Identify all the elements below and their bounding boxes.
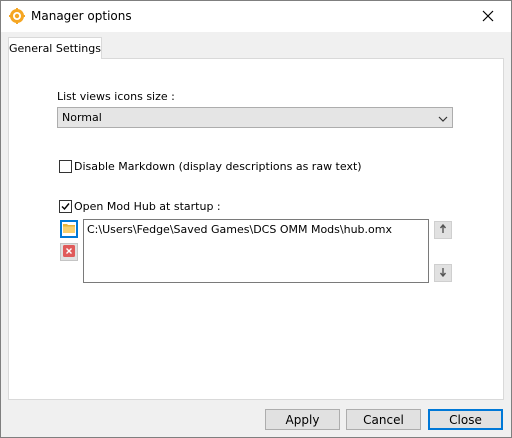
open-mod-hub-checkbox[interactable]	[59, 200, 72, 213]
checkmark-icon	[61, 203, 70, 211]
icons-size-value: Normal	[62, 111, 102, 124]
arrow-up-icon	[439, 223, 447, 237]
cancel-button[interactable]: Cancel	[346, 409, 421, 430]
tab-label: General Settings	[9, 42, 101, 55]
move-up-button[interactable]	[434, 221, 452, 239]
close-button[interactable]: Close	[428, 409, 503, 430]
title-bar: Manager options	[1, 1, 511, 32]
open-mod-hub-label: Open Mod Hub at startup :	[74, 200, 221, 213]
chevron-down-icon	[438, 113, 448, 122]
disable-markdown-label: Disable Markdown (display descriptions a…	[74, 160, 362, 173]
browse-hub-button[interactable]	[60, 220, 78, 238]
icons-size-label: List views icons size :	[57, 90, 175, 103]
hub-path-list[interactable]: C:\Users\Fedge\Saved Games\DCS OMM Mods\…	[83, 219, 429, 283]
tab-general-settings[interactable]: General Settings	[8, 37, 102, 59]
apply-button[interactable]: Apply	[265, 409, 340, 430]
icons-size-select[interactable]: Normal	[57, 107, 453, 128]
options-dialog: Manager options General Settings List vi…	[0, 0, 512, 438]
window-close-button[interactable]	[465, 1, 511, 32]
close-icon	[482, 7, 494, 26]
window-title: Manager options	[31, 9, 132, 23]
move-down-button[interactable]	[434, 264, 452, 282]
remove-hub-button[interactable]	[60, 243, 78, 261]
arrow-down-icon	[439, 267, 447, 280]
general-settings-panel: List views icons size : Normal Disable M…	[8, 58, 504, 400]
hub-path-item[interactable]: C:\Users\Fedge\Saved Games\DCS OMM Mods\…	[87, 223, 392, 236]
gear-icon	[9, 8, 25, 24]
disable-markdown-checkbox[interactable]	[59, 160, 72, 173]
delete-icon	[63, 244, 75, 260]
folder-icon	[63, 223, 75, 236]
